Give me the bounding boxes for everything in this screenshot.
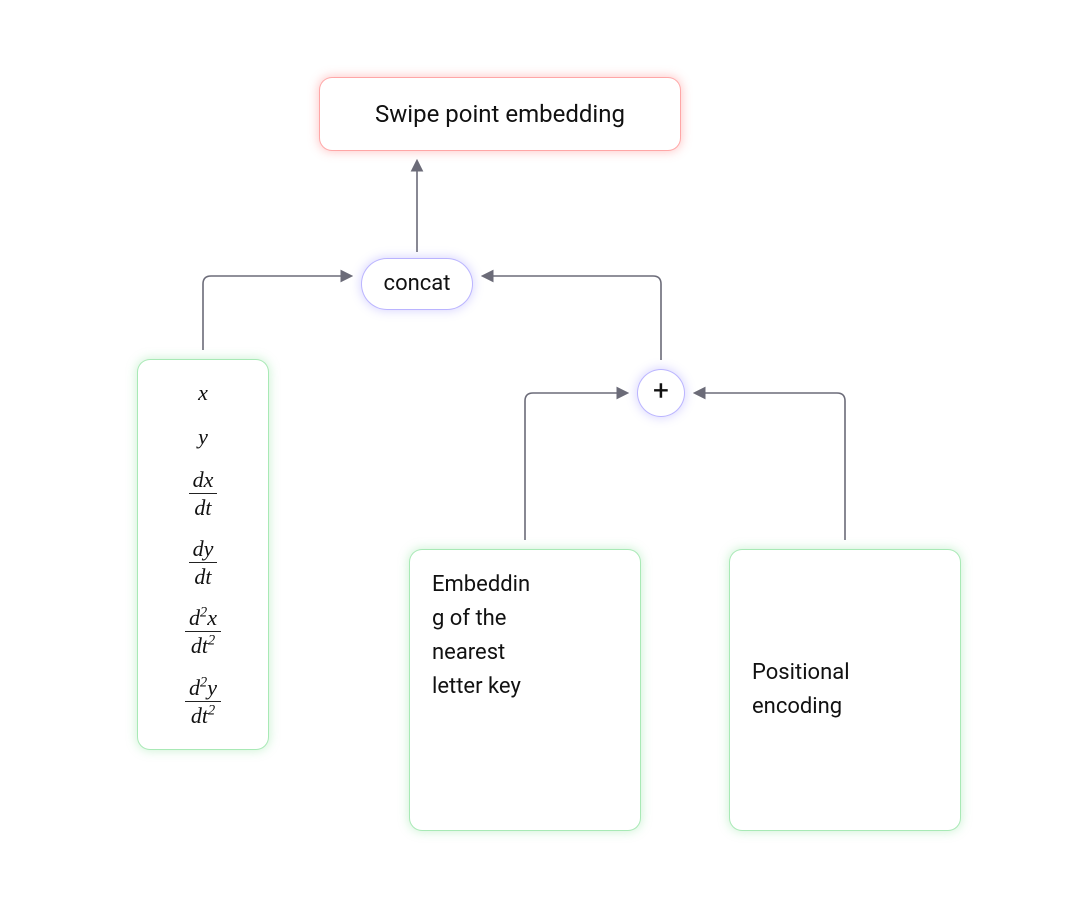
node-output-label: Swipe point embedding bbox=[375, 100, 625, 128]
node-nearest-key-label: Embedding of the nearest letter key bbox=[432, 572, 530, 699]
node-concat-label: concat bbox=[384, 271, 451, 296]
node-features: x y dx dt dy dt d2x dt2 d2y dt2 bbox=[138, 360, 268, 749]
feature-dy-num: dy bbox=[189, 537, 218, 560]
feature-d2y-den: dt2 bbox=[187, 704, 219, 727]
feature-d2x-den: dt2 bbox=[187, 634, 219, 657]
arrow-posenc-to-plus bbox=[696, 393, 845, 540]
feature-d2y-dt2: d2y dt2 bbox=[185, 676, 221, 727]
node-posenc-label: Positional encoding bbox=[752, 660, 850, 719]
feature-y: y bbox=[198, 424, 208, 450]
feature-d2x-dt2: d2x dt2 bbox=[185, 606, 221, 657]
node-nearest-key-embedding: Embedding of the nearest letter key bbox=[410, 550, 640, 830]
node-concat: concat bbox=[362, 259, 472, 309]
arrow-embed-to-plus bbox=[525, 393, 626, 540]
feature-dx-den: dt bbox=[190, 496, 215, 519]
node-output: Swipe point embedding bbox=[320, 78, 680, 150]
node-plus: + bbox=[638, 370, 684, 416]
feature-dx-dt: dx dt bbox=[189, 468, 218, 519]
feature-d2x-num: d2x bbox=[185, 606, 221, 629]
feature-x: x bbox=[198, 380, 208, 406]
diagram-canvas: Swipe point embedding concat + x y dx dt… bbox=[0, 0, 1084, 900]
feature-dy-dt: dy dt bbox=[189, 537, 218, 588]
arrow-plus-to-concat bbox=[484, 276, 661, 360]
arrow-features-to-concat bbox=[203, 276, 350, 350]
feature-dx-num: dx bbox=[189, 468, 218, 491]
node-plus-label: + bbox=[653, 374, 669, 407]
node-positional-encoding: Positional encoding bbox=[730, 550, 960, 830]
feature-d2y-num: d2y bbox=[185, 676, 221, 699]
feature-dy-den: dt bbox=[190, 565, 215, 588]
